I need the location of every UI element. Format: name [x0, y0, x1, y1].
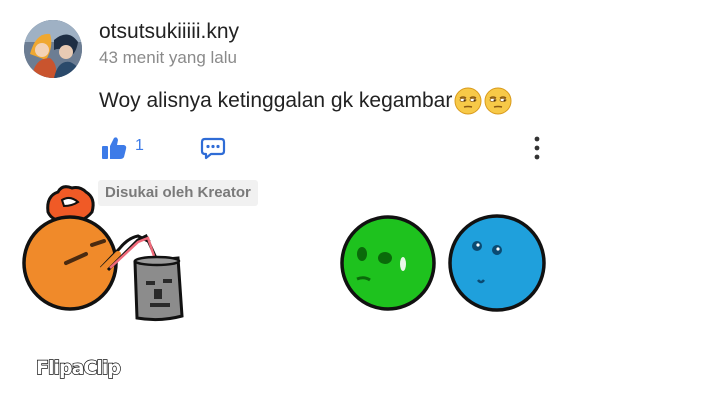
thumbs-up-icon[interactable] [100, 134, 128, 162]
comment-card: otsutsukiiiii.kny 43 menit yang lalu Woy… [0, 0, 720, 210]
comment-username[interactable]: otsutsukiiiii.kny [99, 20, 239, 44]
green-ball-character [340, 215, 436, 311]
comment-timestamp: 43 menit yang lalu [99, 48, 237, 67]
avatar[interactable] [24, 20, 82, 78]
comment-body: Woy alisnya ketinggalan gk kegambar [99, 87, 512, 115]
like-count: 1 [135, 137, 144, 154]
flipaclip-watermark: FlipaClip [34, 352, 124, 382]
comment-text: Woy alisnya ketinggalan gk kegambar [99, 89, 453, 112]
drink-can [106, 233, 184, 322]
watermark-text: FlipaClip [36, 357, 120, 379]
unamused-face-icon [454, 87, 482, 115]
reply-chat-icon[interactable] [200, 137, 226, 161]
more-options-icon[interactable] [526, 134, 548, 162]
liked-by-creator-badge: Disukai oleh Kreator [98, 180, 258, 206]
blue-ball-character [448, 214, 546, 312]
unamused-face-icon [484, 87, 512, 115]
